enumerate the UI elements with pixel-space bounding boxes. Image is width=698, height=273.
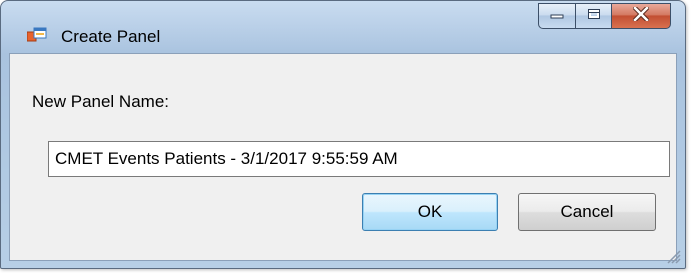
title-bar[interactable]: Create Panel (1, 1, 685, 53)
caption-buttons (538, 3, 671, 31)
panel-name-label: New Panel Name: (32, 92, 170, 111)
create-panel-dialog: Create Panel New Panel Name: CMET Events… (0, 0, 686, 269)
panel-name-input[interactable]: CMET Events Patients - 3/1/2017 9:55:59 … (48, 141, 670, 177)
resize-grip-icon[interactable] (662, 245, 682, 265)
dialog-body: New Panel Name: CMET Events Patients - 3… (9, 53, 677, 261)
minimize-button[interactable] (538, 3, 575, 29)
form-window-icon (26, 27, 47, 45)
close-button[interactable] (611, 3, 671, 29)
ok-button[interactable]: OK (362, 193, 498, 231)
maximize-icon (587, 7, 601, 25)
minimize-icon (550, 7, 564, 25)
cancel-button[interactable]: Cancel (518, 193, 656, 231)
close-icon (631, 4, 651, 26)
window-title: Create Panel (61, 27, 161, 46)
maximize-button[interactable] (575, 3, 611, 29)
